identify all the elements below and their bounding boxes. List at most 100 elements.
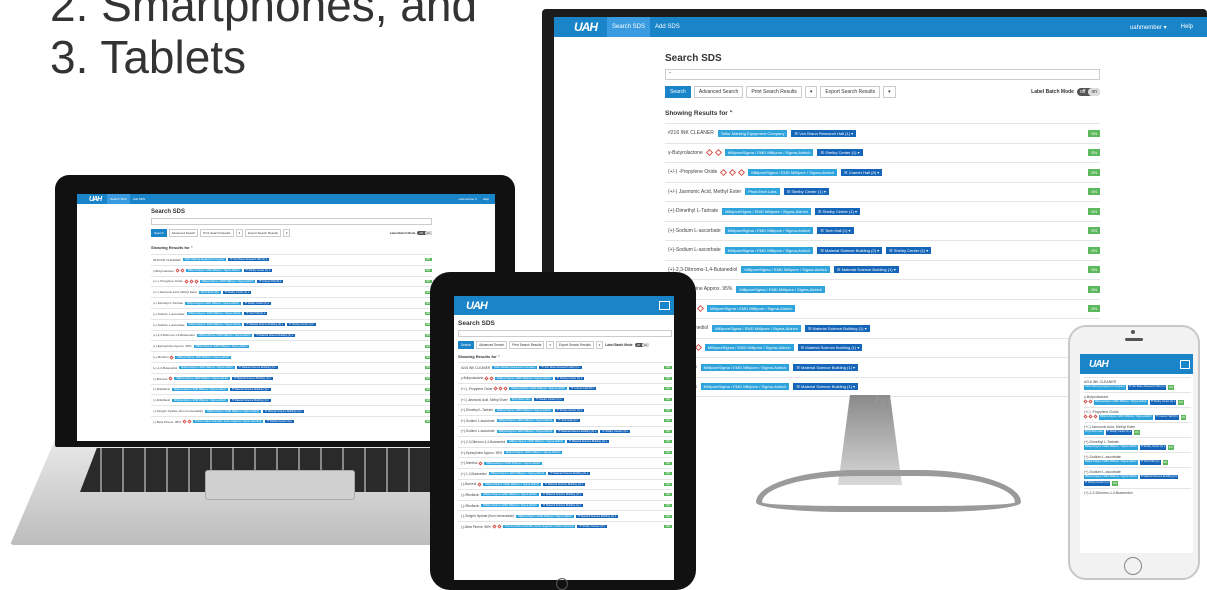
location-dropdown[interactable]: ☰ Material Science Building (1) ▾	[540, 493, 583, 497]
manufacturer-badge[interactable]: MilliporeSigma / EMD Millipore / Sigma-A…	[199, 279, 256, 283]
user-menu[interactable]: uahmember ▾	[1130, 24, 1167, 31]
table-row[interactable]: γ-Butyrolactone MilliporeSigma / EMD Mill…	[665, 142, 1100, 163]
language-en-badge[interactable]: EN	[664, 482, 672, 486]
table-row[interactable]: #216 INK CLEANER Telfor Marking Equipment…	[665, 123, 1100, 143]
print-results-button[interactable]: Print Search Results	[509, 341, 545, 349]
table-row[interactable]: (+)-Sodium L-ascorbate MilliporeSigma / E…	[458, 414, 672, 426]
manufacturer-badge[interactable]: MilliporeSigma / EMD Millipore / Sigma-A…	[724, 246, 814, 254]
tab-add-sds[interactable]: Add SDS	[650, 17, 685, 37]
help-link[interactable]: Help	[483, 197, 489, 201]
manufacturer-badge[interactable]: MilliporeSigma / EMD Millipore / Sigma-A…	[504, 451, 562, 455]
list-item[interactable]: #216 INK CLEANER Telfor Marking Equipment…	[1084, 377, 1191, 392]
chemical-name-link[interactable]: (+)-Epinephrine Approx. 95%	[153, 344, 192, 348]
table-row[interactable]: (+)-1,2-ButanediolMilliporeSigma / EMD M…	[458, 467, 672, 479]
manufacturer-badge[interactable]: MilliporeSigma / EMD Millipore / Sigma-A…	[1084, 445, 1138, 450]
toggle-on[interactable]: on	[1088, 88, 1100, 96]
uah-logo[interactable]: UAH	[574, 20, 598, 34]
location-dropdown[interactable]: ☰ Shelby Center (1) ▾	[814, 207, 861, 215]
location-dropdown[interactable]: ☰ Cramer Hall (8) ▾	[257, 279, 284, 283]
location-dropdown[interactable]: ☰ Tech Hall (1) ▾	[817, 227, 854, 235]
location-dropdown[interactable]: ☰ Cramer Hall (8) ▾	[841, 168, 883, 176]
language-en-badge[interactable]: EN	[664, 472, 672, 476]
chemical-name-link[interactable]: (+)-Sodium L-ascorbate	[461, 419, 495, 423]
language-en-badge[interactable]: EN	[1088, 305, 1100, 313]
table-row[interactable]: (+)-Epinephrine Approx. 95% MilliporeSigm…	[151, 340, 432, 351]
location-dropdown[interactable]: ☰ Shelby Center (1) ▾	[242, 301, 272, 305]
chemical-name-link[interactable]: (+)-2,3-Dibromo-1,4-Butanediol	[1084, 491, 1191, 496]
table-row[interactable]: #216 INK CLEANER Telfor Marking Equipment…	[151, 254, 432, 265]
location-dropdown[interactable]: ☰ Tech Hall (1) ▾	[1139, 460, 1161, 465]
location-dropdown[interactable]: ☰ Tech Hall (1) ▾	[556, 419, 580, 423]
manufacturer-badge[interactable]: PhytoTech Labs	[745, 188, 780, 196]
manufacturer-badge[interactable]: MilliporeSigma / EMD Millipore / Sigma-A…	[174, 377, 231, 381]
location-dropdown[interactable]: ☰ Material Science Building (2) ▾	[817, 246, 883, 254]
location-dropdown[interactable]: ☰ Material Science Building (1) ▾	[804, 324, 870, 332]
manufacturer-badge[interactable]: Telfor Marking Equipment Company	[182, 258, 227, 262]
language-en-badge[interactable]: EN	[664, 429, 672, 433]
print-dropdown-caret[interactable]: ▾	[804, 86, 818, 98]
hamburger-menu-icon[interactable]	[659, 301, 670, 310]
export-dropdown-caret[interactable]: ▾	[595, 341, 604, 349]
location-dropdown[interactable]: ☰ Material Science Building (1) ▾	[793, 363, 859, 371]
manufacturer-badge[interactable]: MilliporeSigma / EMD Millipore / Sigma-A…	[704, 344, 794, 352]
label-batch-toggle[interactable]: off on	[1076, 88, 1100, 96]
table-row[interactable]: (+)-2,3-Dibromo-1,4-Butanediol MilliporeS…	[458, 436, 672, 447]
manufacturer-badge[interactable]: MilliporeSigma / EMD Millipore / Sigma-A…	[172, 398, 228, 402]
location-dropdown[interactable]: ☰ Cramer Hall (8) ▾	[569, 387, 596, 391]
language-en-badge[interactable]: EN	[664, 461, 672, 465]
chemical-name-link[interactable]: (+)-2,3-Dibromo-1,4-Butanediol	[461, 440, 505, 444]
search-button[interactable]: Search	[458, 341, 475, 349]
label-batch-toggle[interactable]: off on	[634, 343, 650, 347]
location-dropdown[interactable]: ☰ Von Braun Research Hall (1) ▾	[1127, 385, 1167, 390]
language-en-badge[interactable]: EN	[664, 493, 672, 497]
table-row[interactable]: (-)-RiboflavinMilliporeSigma / EMD Milli…	[458, 499, 672, 511]
language-en-badge[interactable]: EN	[1088, 246, 1100, 254]
language-en-badge[interactable]: EN	[1088, 168, 1100, 176]
chemical-name-link[interactable]: (+/-) -Propylene Oxide	[461, 387, 492, 391]
manufacturer-badge[interactable]: Telfor Marking Equipment Company	[1084, 385, 1126, 390]
table-row[interactable]: (+)-Dimethyl L-Tartrate MilliporeSigma / …	[665, 201, 1100, 221]
location-dropdown[interactable]: ☰ Material Science Building (1) ▾	[232, 377, 273, 381]
table-row[interactable]: (+)-Dimethyl L-Tartrate MilliporeSigma / …	[458, 404, 672, 415]
help-link[interactable]: Help	[1181, 24, 1193, 31]
location-dropdown[interactable]: ☰ Material Science Building (2) ▾	[556, 429, 599, 433]
location-dropdown[interactable]: ☰ Material Science Building (1) ▾	[575, 514, 619, 518]
location-dropdown[interactable]: ☰ Cramer Hall (8) ▾	[1154, 415, 1179, 420]
list-item[interactable]: (+)-Dimethyl L-Tartrate MilliporeSigma / …	[1084, 437, 1191, 452]
language-en-badge[interactable]: EN	[1088, 129, 1100, 137]
table-row[interactable]: (+/-) Jasmonic Acid, Methyl Ester PhytoTe…	[458, 393, 672, 405]
location-dropdown[interactable]: ☰ Shelby Center (1) ▾	[554, 376, 585, 380]
manufacturer-badge[interactable]: MilliporeSigma / EMD Millipore / Sigma-A…	[483, 482, 541, 486]
chemical-name-link[interactable]: γ-Butyrolactone	[461, 376, 483, 380]
language-en-badge[interactable]: EN	[664, 408, 672, 412]
search-input[interactable]: -	[458, 330, 672, 337]
manufacturer-badge[interactable]: PhytoTech Labs	[1084, 430, 1104, 435]
search-input[interactable]: -	[665, 69, 1100, 80]
toggle-off[interactable]: off	[635, 343, 642, 347]
chemical-name-link[interactable]: (+/-) -Propylene Oxide	[153, 279, 183, 283]
table-row[interactable]: (-)-RiboflavinMilliporeSigma / EMD Milli…	[458, 489, 672, 500]
manufacturer-badge[interactable]: MilliporeSigma / EMD Millipore / Sigma-A…	[186, 323, 243, 327]
chemical-name-link[interactable]: (+)-Sodium L-ascorbate	[153, 312, 185, 316]
table-row[interactable]: (+/-) -Propylene Oxide MilliporeSigma / E…	[665, 162, 1100, 182]
table-row[interactable]: (+)-1,2-ButanediolMilliporeSigma / EMD M…	[151, 361, 432, 373]
location-dropdown[interactable]: ☰ Material Science Building (1) ▾	[834, 266, 899, 274]
language-en-badge[interactable]: EN	[1088, 149, 1100, 157]
uah-logo[interactable]: UAH	[89, 196, 102, 203]
uah-logo[interactable]: UAH	[466, 300, 488, 312]
manufacturer-badge[interactable]: MilliporeSigma / EMD Millipore / Sigma-A…	[205, 409, 261, 413]
manufacturer-badge[interactable]: MilliporeSigma / EMD Millipore / Sigma-A…	[196, 333, 253, 337]
manufacturer-badge[interactable]: MilliporeSigma / EMD Millipore / Sigma-A…	[481, 504, 539, 508]
tablet-home-button[interactable]	[556, 578, 568, 590]
table-row[interactable]: (+)-MentholMilliporeSigma / EMD Millipor…	[665, 298, 1100, 319]
uah-logo[interactable]: UAH	[1089, 359, 1109, 370]
language-en-badge[interactable]: EN	[1134, 430, 1140, 435]
manufacturer-badge[interactable]: Thermo Fisher Scientific / Acros Organic…	[502, 525, 576, 529]
language-en-badge[interactable]: EN	[1088, 227, 1100, 235]
search-button[interactable]: Search	[151, 229, 167, 237]
export-results-button[interactable]: Export Search Results	[555, 341, 594, 349]
table-row[interactable]: (+)-Sodium L-ascorbate MilliporeSigma / E…	[458, 425, 672, 437]
language-en-badge[interactable]: EN	[664, 387, 672, 391]
language-en-badge[interactable]: EN	[664, 440, 672, 444]
language-en-badge[interactable]: EN	[1180, 415, 1187, 420]
